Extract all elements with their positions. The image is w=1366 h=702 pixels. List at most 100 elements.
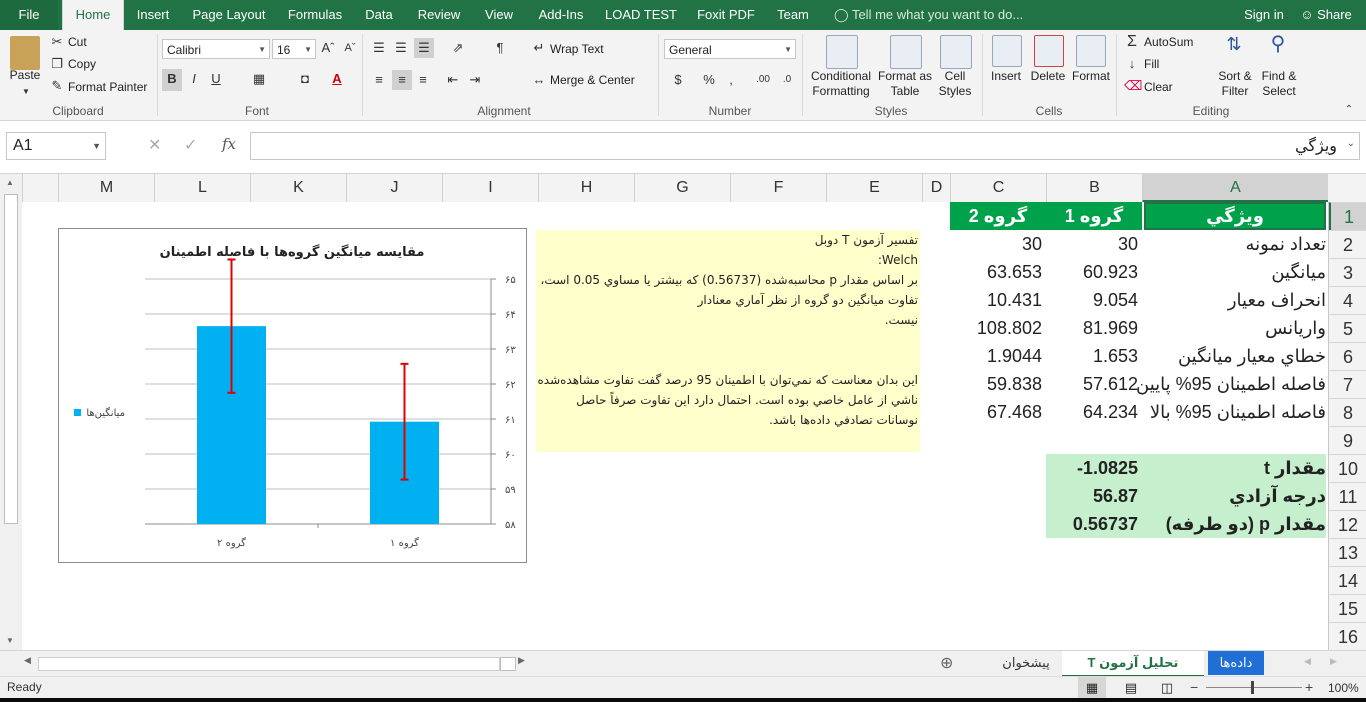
tab-team[interactable]: Team	[770, 0, 816, 30]
column-header[interactable]: B	[1046, 174, 1142, 202]
autosum-button[interactable]: AutoSum	[1144, 35, 1193, 49]
clear-button[interactable]: Clear	[1144, 80, 1173, 94]
summary-value[interactable]: -1.0825	[1046, 454, 1142, 482]
format-as-table-button[interactable]: Format as Table	[876, 69, 934, 99]
sheet-tab[interactable]: پيشخوان	[994, 651, 1058, 675]
column-header[interactable]: F	[730, 174, 826, 202]
enter-icon[interactable]: ✓	[184, 135, 197, 155]
summary-label[interactable]: درجه آزادي	[1142, 482, 1326, 510]
italic-button[interactable]: I	[186, 69, 202, 89]
table-cell[interactable]: 30	[1046, 230, 1142, 258]
scroll-right-icon[interactable]: ▶	[518, 655, 525, 666]
table-cell[interactable]: 1.653	[1046, 342, 1142, 370]
cut-button[interactable]: Cut	[68, 35, 87, 49]
cell-c1-header[interactable]: گروه 2	[950, 202, 1046, 230]
vertical-scrollbar[interactable]: ▲ ▼	[0, 174, 23, 650]
row-header[interactable]: 13	[1329, 538, 1366, 566]
column-header[interactable]: I	[442, 174, 538, 202]
cell-styles-button[interactable]: Cell Styles	[932, 69, 978, 99]
normal-view-icon[interactable]: ▦	[1078, 677, 1106, 699]
currency-icon[interactable]: $	[670, 70, 686, 90]
row-header[interactable]: 8	[1329, 398, 1366, 426]
table-row-label[interactable]: خطاي معيار ميانگين	[1112, 342, 1326, 370]
table-row-label[interactable]: فاصله اطمينان 95% بالا	[1112, 398, 1326, 426]
insert-function-icon[interactable]: fx	[222, 135, 236, 153]
row-header[interactable]: 12	[1329, 510, 1366, 538]
cell-b1-header[interactable]: گروه 1	[1046, 202, 1142, 230]
share-button[interactable]: ☺ Share	[1296, 0, 1356, 30]
row-header[interactable]: 6	[1329, 342, 1366, 370]
font-color-icon[interactable]: A	[328, 69, 346, 89]
hscroll-thumb[interactable]	[500, 657, 516, 671]
select-all-corner[interactable]	[1328, 174, 1366, 203]
zoom-in-icon[interactable]: +	[1305, 679, 1313, 695]
comma-icon[interactable]: ,	[726, 70, 736, 90]
sheet-tab-active[interactable]: تحليل آزمون T پيشرفته	[1062, 651, 1204, 694]
fill-color-icon[interactable]: ◘	[296, 69, 314, 89]
insert-cells-button[interactable]: Insert	[986, 69, 1026, 84]
table-row-label[interactable]: واريانس	[1142, 314, 1326, 342]
table-cell[interactable]: 30	[950, 230, 1046, 258]
number-format-select[interactable]: General ▼	[664, 39, 796, 59]
interpretation-text-box[interactable]: تفسير آزمون T دوبل Welch: بر اساس مقدار …	[536, 230, 920, 452]
tab-home[interactable]: Home	[62, 0, 124, 31]
column-header[interactable]: E	[826, 174, 922, 202]
row-header[interactable]: 7	[1329, 370, 1366, 398]
column-header[interactable]: C	[950, 174, 1046, 202]
increase-decimal-icon[interactable]: .00	[752, 70, 774, 90]
delete-cells-button[interactable]: Delete	[1028, 69, 1068, 84]
row-header-selected[interactable]: 1	[1329, 202, 1366, 230]
borders-icon[interactable]: ▦	[250, 69, 268, 89]
tab-file[interactable]: File	[0, 0, 58, 30]
align-left-icon[interactable]: ≡	[370, 70, 388, 90]
row-header[interactable]: 14	[1329, 566, 1366, 594]
summary-value[interactable]: 0.56737	[1046, 510, 1142, 538]
orientation-icon[interactable]: ⇗	[446, 38, 470, 58]
table-cell[interactable]: 1.9044	[950, 342, 1046, 370]
align-bottom-icon[interactable]: ☰	[414, 38, 434, 58]
cell-a1-header[interactable]: ويژگي	[1144, 202, 1326, 230]
zoom-slider[interactable]	[1206, 687, 1302, 688]
row-header[interactable]: 3	[1329, 258, 1366, 286]
page-break-view-icon[interactable]: ◫	[1158, 677, 1176, 699]
copy-button[interactable]: Copy	[68, 57, 96, 71]
wrap-text-button[interactable]: Wrap Text	[550, 42, 604, 56]
table-cell[interactable]: 10.431	[950, 286, 1046, 314]
find-select-button[interactable]: Find & Select	[1254, 69, 1304, 99]
table-row-label[interactable]: تعداد نمونه	[1142, 230, 1326, 258]
table-row-label[interactable]: انحراف معيار	[1142, 286, 1326, 314]
align-top-icon[interactable]: ☰	[370, 38, 388, 58]
font-size-select[interactable]: 16 ▼	[272, 39, 316, 59]
increase-font-icon[interactable]: Aˆ	[320, 38, 336, 58]
sheet-tab[interactable]: داده‌ها	[1208, 651, 1264, 675]
horizontal-scrollbar[interactable]	[38, 657, 500, 671]
font-name-select[interactable]: Calibri ▼	[162, 39, 270, 59]
table-cell[interactable]: 63.653	[950, 258, 1046, 286]
decrease-font-icon[interactable]: Aˇ	[342, 38, 358, 58]
tab-review[interactable]: Review	[410, 0, 468, 30]
expand-formula-icon[interactable]: ⌄	[1347, 138, 1355, 149]
table-cell[interactable]: 60.923	[1046, 258, 1142, 286]
bold-button[interactable]: B	[162, 69, 182, 91]
sign-in-link[interactable]: Sign in	[1238, 0, 1290, 30]
row-header[interactable]: 15	[1329, 594, 1366, 622]
zoom-out-icon[interactable]: −	[1190, 679, 1198, 695]
zoom-slider-thumb[interactable]	[1251, 681, 1254, 694]
scroll-left-icon[interactable]: ◀	[24, 655, 31, 666]
percent-icon[interactable]: %	[700, 70, 718, 90]
row-header[interactable]: 5	[1329, 314, 1366, 342]
table-cell[interactable]: 67.468	[950, 398, 1046, 426]
row-header[interactable]: 4	[1329, 286, 1366, 314]
tab-add-ins[interactable]: Add-Ins	[530, 0, 592, 30]
bar-chart[interactable]: مقايسه ميانگين گروه‌ها با فاصله اطمينان ۵…	[58, 228, 527, 563]
summary-label[interactable]: مقدار p (دو طرفه)	[1142, 510, 1326, 538]
decrease-decimal-icon[interactable]: .0	[776, 70, 798, 90]
tab-load-test[interactable]: LOAD TEST	[602, 0, 680, 30]
row-header[interactable]: 16	[1329, 622, 1366, 650]
page-layout-view-icon[interactable]: ▤	[1122, 677, 1140, 699]
sheet-prev-icon[interactable]: ◀	[1304, 656, 1311, 667]
column-header-selected[interactable]: A	[1142, 174, 1328, 202]
zoom-level[interactable]: 100%	[1328, 681, 1359, 695]
scroll-thumb[interactable]	[4, 194, 18, 524]
column-header[interactable]: H	[538, 174, 634, 202]
